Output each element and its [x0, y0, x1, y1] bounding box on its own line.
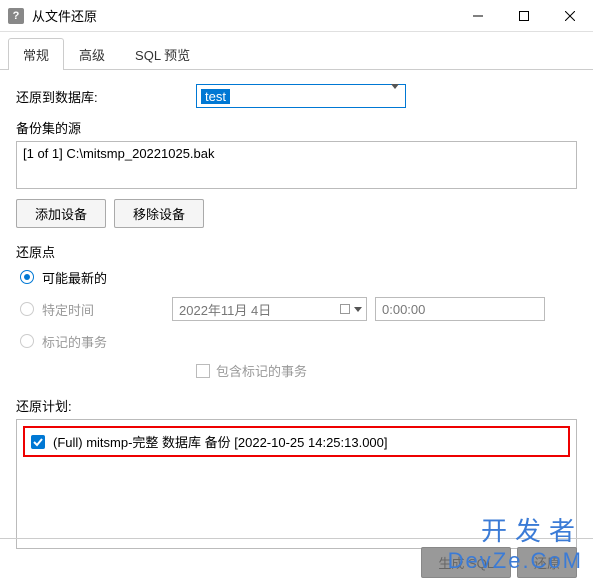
- content-panel: 还原到数据库: test 备份集的源 [1 of 1] C:\mitsmp_20…: [0, 70, 593, 563]
- radio-latest-label: 可能最新的: [42, 268, 107, 287]
- restore-to-value: test: [201, 89, 230, 104]
- window-title: 从文件还原: [32, 6, 455, 25]
- radio-marked-tx-label: 标记的事务: [42, 332, 107, 351]
- restore-point-group: 可能最新的 特定时间 2022年11月 4日 0:00:00 标记的事务: [16, 265, 577, 353]
- tab-sql-preview[interactable]: SQL 预览: [120, 38, 205, 70]
- restore-plan-list[interactable]: (Full) mitsmp-完整 数据库 备份 [2022-10-25 14:2…: [16, 419, 577, 549]
- tab-general[interactable]: 常规: [8, 38, 64, 70]
- backup-source-item[interactable]: [1 of 1] C:\mitsmp_20221025.bak: [23, 146, 570, 161]
- window-controls: [455, 0, 593, 32]
- date-value: 2022年11月 4日: [179, 300, 271, 319]
- tab-bar: 常规 高级 SQL 预览: [0, 32, 593, 70]
- generate-sql-button[interactable]: 生成 SQL: [421, 547, 511, 578]
- time-value: 0:00:00: [382, 302, 425, 317]
- titlebar: ? 从文件还原: [0, 0, 593, 32]
- plan-checkbox[interactable]: [31, 435, 45, 449]
- radio-latest[interactable]: [20, 270, 34, 284]
- restore-point-label: 还原点: [16, 242, 577, 261]
- restore-plan-item[interactable]: (Full) mitsmp-完整 数据库 备份 [2022-10-25 14:2…: [23, 426, 570, 457]
- backup-source-label: 备份集的源: [16, 118, 577, 137]
- radio-specific-time[interactable]: [20, 302, 34, 316]
- tab-advanced[interactable]: 高级: [64, 38, 120, 70]
- bottom-bar: 生成 SQL 还原: [0, 538, 593, 586]
- radio-marked-tx[interactable]: [20, 334, 34, 348]
- date-picker[interactable]: 2022年11月 4日: [172, 297, 367, 321]
- minimize-button[interactable]: [455, 0, 501, 32]
- remove-device-button[interactable]: 移除设备: [114, 199, 204, 228]
- maximize-button[interactable]: [501, 0, 547, 32]
- restore-plan-label: 还原计划:: [16, 396, 577, 415]
- add-device-button[interactable]: 添加设备: [16, 199, 106, 228]
- chevron-down-icon: [391, 89, 399, 104]
- include-marked-checkbox[interactable]: [196, 364, 210, 378]
- restore-to-combo[interactable]: test: [196, 84, 406, 108]
- close-button[interactable]: [547, 0, 593, 32]
- calendar-icon[interactable]: [340, 304, 350, 314]
- restore-to-label: 还原到数据库:: [16, 87, 196, 106]
- include-marked-label: 包含标记的事务: [216, 361, 307, 380]
- app-icon: ?: [8, 8, 24, 24]
- time-picker[interactable]: 0:00:00: [375, 297, 545, 321]
- radio-specific-time-label: 特定时间: [42, 300, 142, 319]
- chevron-down-icon[interactable]: [354, 307, 362, 312]
- plan-item-text: (Full) mitsmp-完整 数据库 备份 [2022-10-25 14:2…: [53, 432, 388, 451]
- backup-source-list[interactable]: [1 of 1] C:\mitsmp_20221025.bak: [16, 141, 577, 189]
- restore-button[interactable]: 还原: [517, 547, 577, 578]
- date-picker-controls: [340, 304, 362, 314]
